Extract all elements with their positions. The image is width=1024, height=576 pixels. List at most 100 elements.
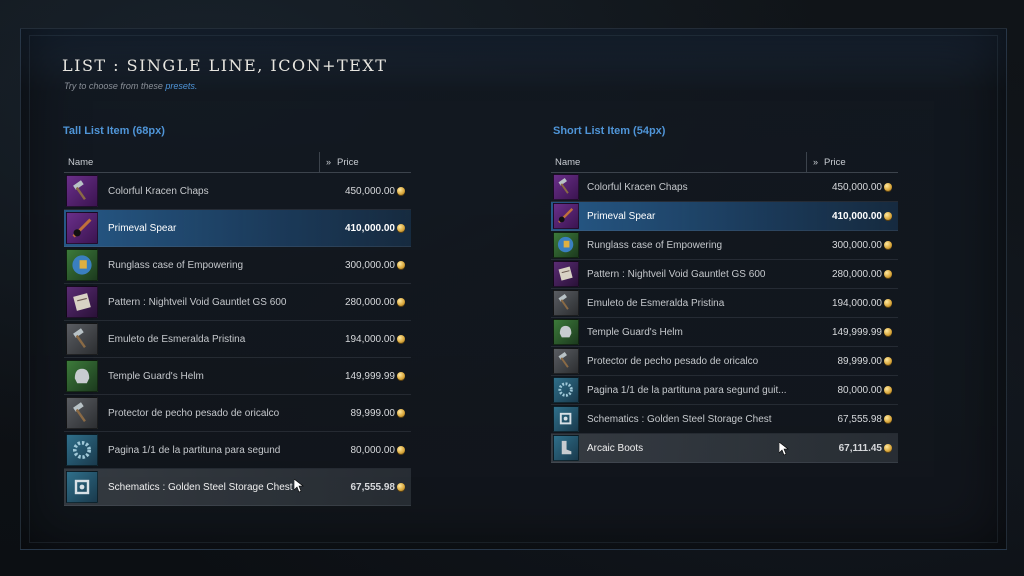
coin-icon <box>884 357 892 365</box>
helm-icon <box>553 319 579 345</box>
item-price-value: 280,000.00 <box>831 268 882 280</box>
column-header-price-label: Price <box>824 156 846 168</box>
item-price-value: 149,999.99 <box>831 326 882 338</box>
list-item[interactable]: Pattern : Nightveil Void Gauntlet GS 600… <box>551 260 898 289</box>
schematic-icon <box>66 471 98 503</box>
hammer-icon <box>553 348 579 374</box>
item-name: Arcaic Boots <box>587 442 644 454</box>
item-price-value: 80,000.00 <box>837 384 883 396</box>
list-item[interactable]: Pagina 1/1 de la partituna para segund g… <box>551 376 898 405</box>
item-price-value: 149,999.99 <box>344 370 395 382</box>
list-item[interactable]: Schematics : Golden Steel Storage Chest 6… <box>551 405 898 434</box>
item-price-value: 194,000.00 <box>831 297 882 309</box>
coin-icon <box>397 187 405 195</box>
coin-icon <box>397 261 405 269</box>
list-item[interactable]: Temple Guard's Helm 149,999.99 <box>64 358 411 395</box>
hammer-icon <box>66 323 98 355</box>
presets-link[interactable]: presets. <box>165 81 197 91</box>
column-header-price[interactable]: » Price <box>806 152 898 172</box>
short-list-title: Short List Item (54px) <box>553 125 666 137</box>
list-item[interactable]: Protector de pecho pesado de oricalco 89,… <box>64 395 411 432</box>
sort-icon[interactable]: » <box>326 157 331 167</box>
coin-icon <box>397 224 405 232</box>
list-item[interactable]: Emuleto de Esmeralda Pristina 194,000.00 <box>64 321 411 358</box>
item-name: Schematics : Golden Steel Storage Chest <box>587 413 772 425</box>
ring-icon <box>66 434 98 466</box>
item-price: 149,999.99 <box>319 371 411 382</box>
item-price-value: 67,111.45 <box>838 442 882 454</box>
list-item[interactable]: Primeval Spear 410,000.00 <box>551 202 898 231</box>
coin-icon <box>884 386 892 394</box>
list-item[interactable]: Primeval Spear 410,000.00 <box>64 210 411 247</box>
item-name: Primeval Spear <box>108 222 177 234</box>
item-name: Pattern : Nightveil Void Gauntlet GS 600 <box>108 296 287 308</box>
scroll-icon <box>553 261 579 287</box>
list-item[interactable]: Pagina 1/1 de la partituna para segund 80… <box>64 432 411 469</box>
item-price: 80,000.00 <box>319 445 411 456</box>
runglass-icon <box>553 232 579 258</box>
list-item[interactable]: Emuleto de Esmeralda Pristina 194,000.00 <box>551 289 898 318</box>
column-header-price[interactable]: » Price <box>319 152 411 172</box>
list-item[interactable]: Arcaic Boots 67,111.45 <box>551 434 898 463</box>
item-price-value: 89,999.00 <box>837 355 883 367</box>
coin-icon <box>397 409 405 417</box>
item-name: Protector de pecho pesado de oricalco <box>587 355 759 367</box>
spear-icon <box>66 212 98 244</box>
item-name: Emuleto de Esmeralda Pristina <box>587 297 725 309</box>
item-name: Emuleto de Esmeralda Pristina <box>108 333 246 345</box>
list-item[interactable]: Colorful Kracen Chaps 450,000.00 <box>64 173 411 210</box>
item-price: 300,000.00 <box>806 240 898 251</box>
ring-icon <box>553 377 579 403</box>
item-price: 410,000.00 <box>806 211 898 222</box>
mouse-cursor-icon <box>294 479 304 493</box>
coin-icon <box>397 483 405 491</box>
item-price-value: 410,000.00 <box>344 222 395 234</box>
helm-icon <box>66 360 98 392</box>
item-price-value: 410,000.00 <box>831 210 882 222</box>
scroll-icon <box>66 286 98 318</box>
list-item[interactable]: Colorful Kracen Chaps 450,000.00 <box>551 173 898 202</box>
item-price: 80,000.00 <box>806 385 898 396</box>
item-price: 450,000.00 <box>319 186 411 197</box>
coin-icon <box>884 270 892 278</box>
list-item[interactable]: Schematics : Golden Steel Storage Chest 6… <box>64 469 411 506</box>
tall-list-rows: Colorful Kracen Chaps 450,000.00 Primeval … <box>64 173 411 506</box>
item-name: Pattern : Nightveil Void Gauntlet GS 600 <box>587 268 766 280</box>
coin-icon <box>397 446 405 454</box>
item-price: 410,000.00 <box>319 223 411 234</box>
page-title: LIST : SINGLE LINE, ICON+TEXT <box>62 56 388 75</box>
item-price: 194,000.00 <box>806 298 898 309</box>
item-price: 67,555.98 <box>806 414 898 425</box>
item-price: 67,555.98 <box>319 482 411 493</box>
item-name: Pagina 1/1 de la partituna para segund g… <box>587 384 787 396</box>
coin-icon <box>397 298 405 306</box>
coin-icon <box>884 415 892 423</box>
list-item[interactable]: Temple Guard's Helm 149,999.99 <box>551 318 898 347</box>
column-header-price-label: Price <box>337 156 359 168</box>
spear-icon <box>553 203 579 229</box>
hammer-icon <box>553 290 579 316</box>
column-header-name[interactable]: Name <box>551 157 806 168</box>
column-header-name[interactable]: Name <box>64 157 319 168</box>
list-item[interactable]: Runglass case of Empowering 300,000.00 <box>64 247 411 284</box>
sort-icon[interactable]: » <box>813 157 818 167</box>
item-name: Runglass case of Empowering <box>108 259 244 271</box>
subtitle-text: Try to choose from these <box>64 81 163 91</box>
list-item[interactable]: Runglass case of Empowering 300,000.00 <box>551 231 898 260</box>
tall-list-title: Tall List Item (68px) <box>63 125 165 137</box>
item-price: 89,999.00 <box>319 408 411 419</box>
item-price-value: 300,000.00 <box>344 259 395 271</box>
coin-icon <box>884 444 892 452</box>
coin-icon <box>884 241 892 249</box>
coin-icon <box>397 372 405 380</box>
item-name: Schematics : Golden Steel Storage Chest <box>108 481 293 493</box>
item-price-value: 300,000.00 <box>831 239 882 251</box>
item-price-value: 67,555.98 <box>350 481 396 493</box>
item-price-value: 280,000.00 <box>344 296 395 308</box>
schematic-icon <box>553 406 579 432</box>
short-list-header: Name » Price <box>551 152 898 173</box>
coin-icon <box>884 212 892 220</box>
list-item[interactable]: Pattern : Nightveil Void Gauntlet GS 600… <box>64 284 411 321</box>
item-name: Primeval Spear <box>587 210 656 222</box>
list-item[interactable]: Protector de pecho pesado de oricalco 89,… <box>551 347 898 376</box>
